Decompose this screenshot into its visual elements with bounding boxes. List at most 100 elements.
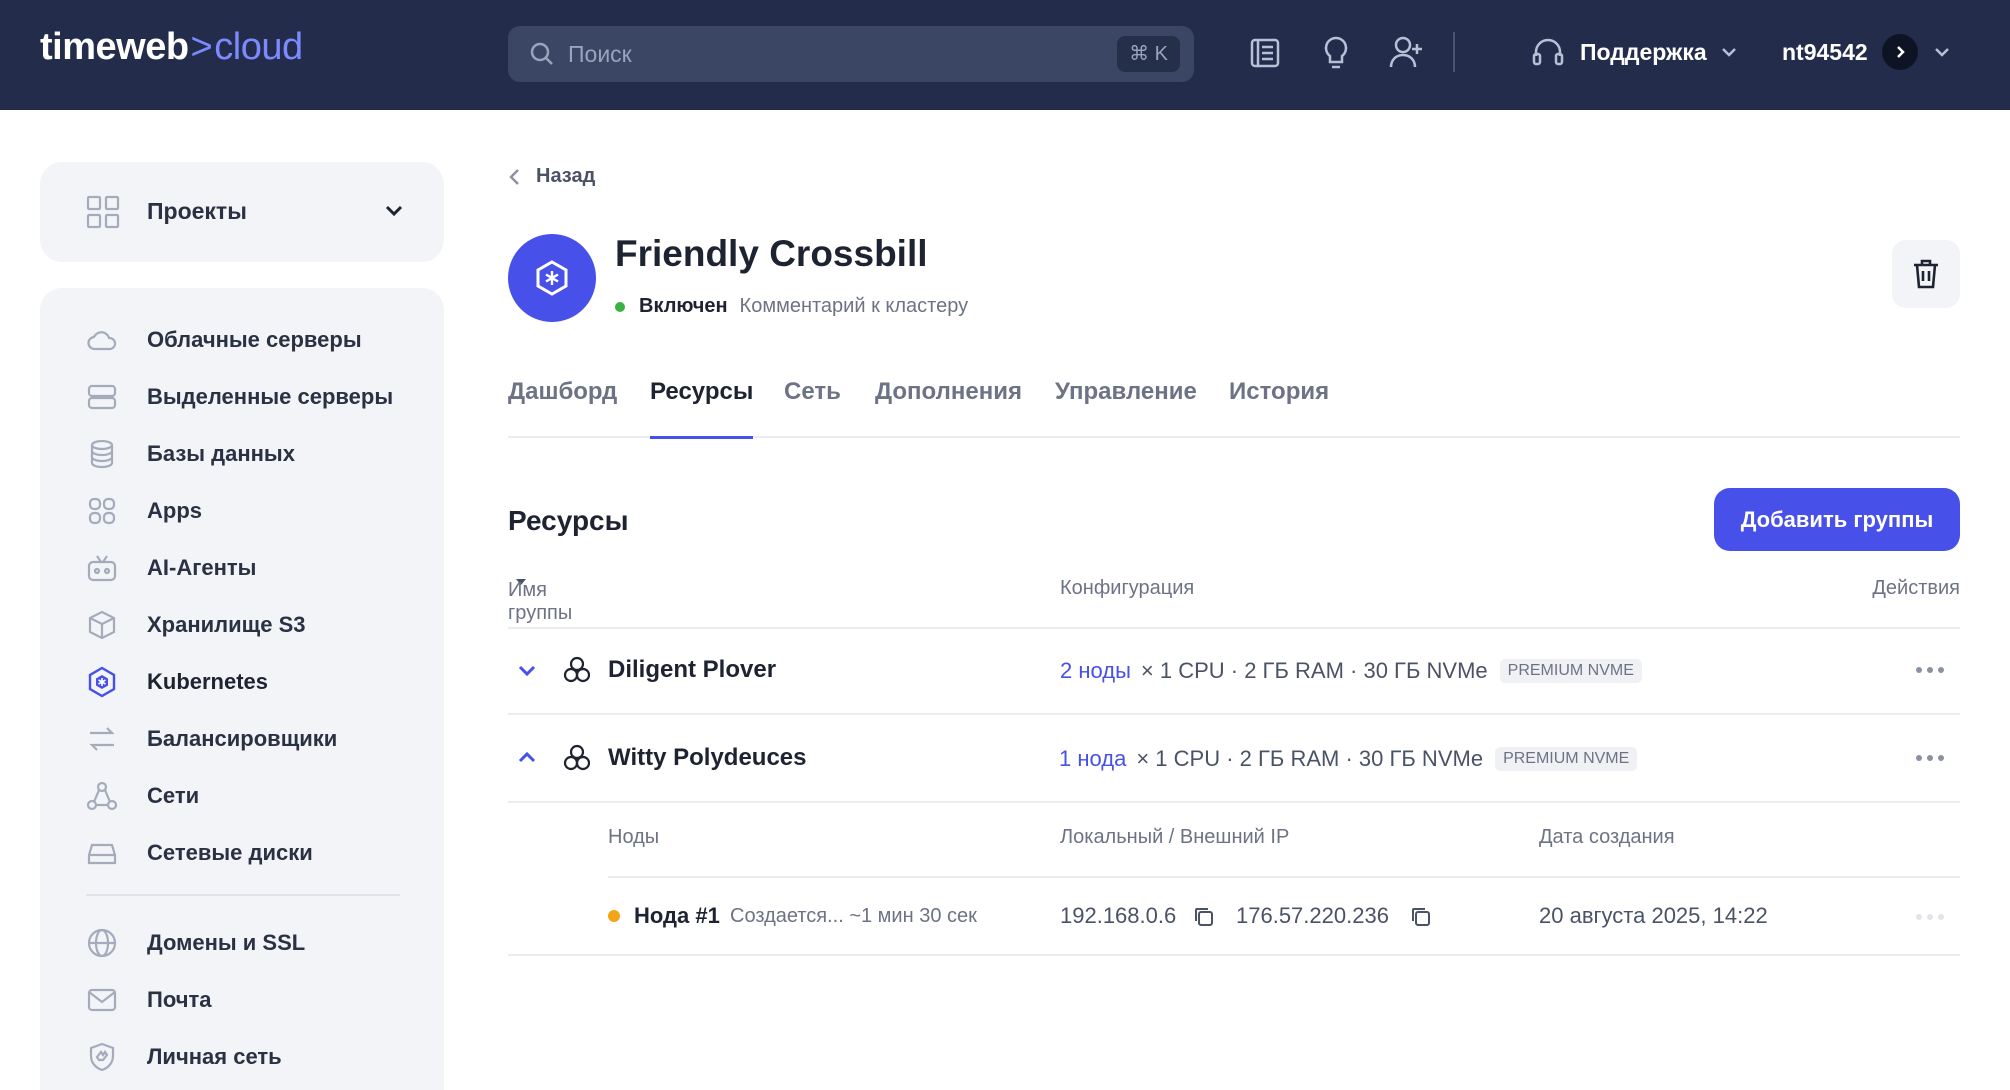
network-icon: [86, 781, 118, 811]
sidebar-item-label: Сетевые диски: [147, 840, 313, 865]
sidebar-item-label: Kubernetes: [147, 669, 269, 694]
column-header-actions: Действия: [1872, 577, 1960, 599]
mail-icon: [87, 988, 117, 1012]
sidebar-item-label: Домены и SSL: [147, 930, 306, 955]
top-header: timeweb > cloud Поиск ⌘ K Поддержка nt9454…: [0, 0, 2010, 110]
sidebar-item-label: Apps: [147, 498, 202, 523]
sidebar-item-network-disks[interactable]: Сетевые диски: [40, 827, 444, 879]
copy-icon[interactable]: [1193, 906, 1215, 928]
table-row[interactable]: Witty Polydeuces 1 нода × 1 CPU · 2 ГБ R…: [508, 717, 1960, 803]
sidebar-item-cloud-servers[interactable]: Облачные серверы: [40, 314, 444, 366]
delete-cluster-button[interactable]: [1892, 240, 1960, 308]
box-icon: [88, 610, 116, 640]
balancer-icon: [89, 727, 115, 751]
sidebar-item-kubernetes[interactable]: Kubernetes: [40, 656, 444, 708]
apps-icon: [88, 497, 116, 525]
cluster-comment[interactable]: Комментарий к кластеру: [740, 295, 969, 318]
kubernetes-icon: [88, 666, 116, 698]
support-label: Поддержка: [1580, 38, 1707, 65]
tab-history[interactable]: История: [1229, 378, 1329, 436]
sidebar-item-domains-ssl[interactable]: Домены и SSL: [40, 917, 444, 969]
sidebar-item-ai-agents[interactable]: AI-Агенты: [40, 542, 444, 594]
sidebar-item-mail[interactable]: Почта: [40, 974, 444, 1026]
copy-icon[interactable]: [1410, 906, 1432, 928]
node-created-date: 20 августа 2025, 14:22: [1539, 903, 1768, 928]
headset-icon: [1532, 38, 1564, 66]
cluster-avatar: [508, 234, 596, 322]
group-config-text: × 1 CPU · 2 ГБ RAM · 30 ГБ NVMe: [1136, 746, 1484, 771]
search-icon: [530, 42, 553, 65]
account-arrow-button[interactable]: [1881, 34, 1918, 70]
search-bar[interactable]: Поиск ⌘ K: [508, 26, 1194, 82]
cluster-name: Friendly Crossbill: [615, 233, 928, 274]
node-status-dot: [608, 910, 620, 922]
projects-selector[interactable]: Проекты: [40, 162, 444, 262]
subheader-ip: Локальный / Внешний IP: [1060, 826, 1290, 848]
tab-management[interactable]: Управление: [1055, 378, 1197, 436]
sidebar-item-dedicated-servers[interactable]: Выделенные серверы: [40, 371, 444, 423]
sidebar-item-label: Хранилище S3: [147, 612, 306, 637]
subheader-nodes: Ноды: [608, 826, 660, 848]
sidebar-item-label: Сети: [147, 783, 200, 808]
sidebar-item-networks[interactable]: Сети: [40, 770, 444, 822]
sidebar-item-label: Личная сеть: [147, 1044, 282, 1069]
section-title: Ресурсы: [508, 505, 629, 536]
logo-text-cloud: cloud: [214, 26, 303, 68]
cloud-icon: [87, 331, 117, 351]
group-name: Diligent Plover: [608, 656, 777, 683]
sidebar-item-label: AI-Агенты: [147, 555, 257, 580]
column-header-name-label: Имя группы: [508, 579, 573, 624]
table-header: Имя группы Конфигурация Действия: [508, 575, 1960, 629]
column-header-name[interactable]: Имя группы: [508, 577, 572, 624]
disk-type-badge: PREMIUM NVME: [1499, 659, 1642, 683]
sidebar-item-private-network[interactable]: Личная сеть: [40, 1031, 444, 1083]
support-menu[interactable]: Поддержка: [1530, 30, 1753, 74]
kubernetes-icon: [536, 260, 568, 296]
back-link[interactable]: Назад: [508, 165, 595, 188]
group-nodes-link[interactable]: 1 нода: [1059, 746, 1126, 772]
sidebar-divider: [86, 894, 400, 896]
chevron-right-icon: [1896, 46, 1905, 58]
sidebar-item-label: Выделенные серверы: [147, 384, 394, 409]
more-actions-button[interactable]: [1911, 914, 1944, 920]
search-input[interactable]: Поиск: [568, 41, 632, 68]
chevron-down-icon[interactable]: [516, 659, 538, 681]
tab-dashboard[interactable]: Дашборд: [508, 378, 617, 436]
database-icon: [90, 439, 114, 469]
docs-icon[interactable]: [1246, 32, 1286, 72]
tab-resources[interactable]: Ресурсы: [650, 378, 754, 439]
sidebar-item-databases[interactable]: Базы данных: [40, 428, 444, 480]
node-row[interactable]: Нода #1 Создается... ~1 мин 30 сек 192.1…: [508, 878, 1960, 956]
group-nodes-link[interactable]: 2 ноды: [1060, 658, 1131, 684]
node-group-icon: [563, 656, 591, 683]
header-divider: [1453, 32, 1455, 72]
cluster-tabs: Дашборд Ресурсы Сеть Дополнения Управлен…: [508, 378, 1960, 439]
more-actions-button[interactable]: [1911, 667, 1944, 673]
tab-addons[interactable]: Дополнения: [875, 378, 1022, 436]
chevron-up-icon[interactable]: [516, 747, 538, 769]
logo-chevron: >: [190, 26, 213, 68]
sidebar-item-balancers[interactable]: Балансировщики: [40, 713, 444, 765]
add-groups-button[interactable]: Добавить группы: [1714, 488, 1960, 551]
table-row[interactable]: Diligent Plover 2 ноды × 1 CPU · 2 ГБ RA…: [508, 629, 1960, 715]
more-actions-button[interactable]: [1911, 755, 1944, 761]
sidebar-item-s3-storage[interactable]: Хранилище S3: [40, 599, 444, 651]
column-header-config: Конфигурация: [1060, 577, 1195, 599]
sidebar-item-label: Почта: [147, 987, 212, 1012]
user-menu[interactable]: nt94542: [1782, 30, 1952, 74]
timeweb-logo[interactable]: timeweb > cloud: [40, 26, 303, 69]
projects-label: Проекты: [147, 198, 247, 224]
disk-type-badge: PREMIUM NVME: [1495, 747, 1638, 771]
username: nt94542: [1782, 38, 1868, 65]
sidebar-nav: Облачные серверы Выделенные серверы Базы…: [40, 288, 444, 1090]
sidebar-item-apps[interactable]: Apps: [40, 485, 444, 537]
server-icon: [87, 384, 117, 410]
lightbulb-icon[interactable]: [1316, 32, 1356, 72]
tab-network[interactable]: Сеть: [784, 378, 841, 436]
add-user-icon[interactable]: [1386, 32, 1426, 72]
disk-icon: [87, 843, 117, 865]
back-label: Назад: [536, 165, 596, 187]
sidebar-item-label: Балансировщики: [147, 726, 338, 751]
node-group-icon: [563, 744, 591, 771]
node-status-text: Создается... ~1 мин 30 сек: [730, 905, 977, 927]
